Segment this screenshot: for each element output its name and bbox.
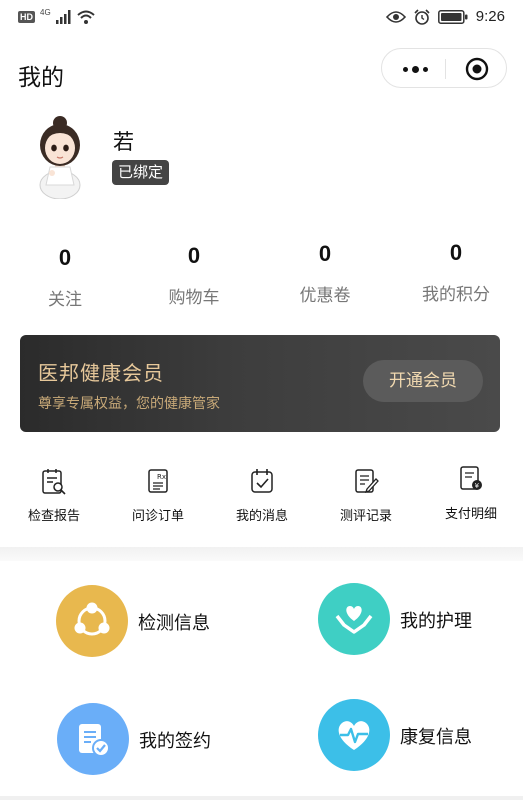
feature-label: 康复信息: [400, 727, 472, 748]
calendar-check-icon: [251, 469, 273, 493]
avatar[interactable]: [22, 115, 98, 199]
feature-icon-circle: [57, 703, 129, 775]
eye-icon: [385, 10, 406, 23]
feature-my-contract[interactable]: 我的签约: [57, 703, 307, 783]
svg-text:Rx: Rx: [157, 473, 166, 481]
stat-cart[interactable]: 0 购物车: [129, 243, 259, 308]
stats-row: 0 关注 0 购物车 0 优惠卷 0 我的积分: [0, 240, 523, 320]
capsule-divider: [445, 59, 446, 79]
status-bar: HD 4G 9:26: [0, 0, 523, 36]
payment-doc-icon: ¥: [460, 466, 482, 490]
care-hands-icon: [335, 606, 373, 634]
membership-banner[interactable]: 医邦健康会员 尊享专属权益，您的健康管家 开通会员: [20, 335, 500, 432]
stat-value: 0: [187, 243, 201, 268]
battery-icon: [437, 9, 468, 24]
edit-note-icon: [355, 469, 379, 494]
wifi-icon: [77, 10, 95, 24]
svg-text:¥: ¥: [475, 482, 480, 490]
tool-label: 问诊订单: [131, 509, 184, 524]
tool-label: 我的消息: [235, 509, 288, 524]
feature-icon-circle: [56, 585, 128, 657]
stat-label: 购物车: [168, 288, 220, 308]
tool-payment-details[interactable]: ¥ 支付明细: [421, 465, 521, 522]
section-divider: [0, 547, 523, 561]
feature-label: 我的签约: [139, 731, 211, 752]
stat-label: 关注: [48, 290, 82, 310]
tool-label: 支付明细: [444, 507, 497, 522]
feature-my-care[interactable]: 我的护理: [318, 583, 523, 663]
stat-follow[interactable]: 0 关注: [0, 245, 130, 310]
signal-icon: [55, 10, 71, 24]
alarm-icon: [414, 8, 430, 25]
bind-status-badge: 已绑定: [112, 160, 170, 185]
tool-my-messages[interactable]: 我的消息: [212, 467, 312, 524]
stat-value: 0: [58, 245, 72, 270]
stat-value: 0: [318, 241, 332, 266]
stat-value: 0: [449, 240, 463, 265]
feature-detection-info[interactable]: 检测信息: [56, 585, 306, 665]
tool-consult-orders[interactable]: Rx 问诊订单: [108, 467, 208, 524]
open-membership-button[interactable]: 开通会员: [363, 360, 483, 402]
tool-label: 测评记录: [339, 509, 392, 524]
feature-icon-circle: [318, 699, 390, 771]
hd-badge: HD: [18, 11, 35, 23]
tool-exam-report[interactable]: 检查报告: [4, 467, 104, 524]
stat-coupons[interactable]: 0 优惠卷: [260, 241, 390, 306]
mini-program-capsule: [381, 48, 507, 88]
username: 若: [113, 130, 134, 154]
bottom-edge: [0, 796, 523, 800]
feature-label: 检测信息: [138, 613, 210, 634]
report-search-icon: [42, 469, 66, 495]
feature-rehab-info[interactable]: 康复信息: [318, 699, 523, 779]
heart-pulse-icon: [338, 721, 370, 750]
tool-label: 检查报告: [27, 509, 80, 524]
stat-points[interactable]: 0 我的积分: [391, 240, 521, 305]
contract-icon: [79, 724, 110, 757]
stat-label: 优惠卷: [299, 286, 351, 306]
tool-assessment-records[interactable]: 测评记录: [316, 467, 416, 524]
feature-icon-circle: [318, 583, 390, 655]
network-type: 4G: [40, 7, 51, 17]
membership-subtitle: 尊享专属权益，您的健康管家: [38, 396, 220, 412]
clock: 9:26: [475, 8, 505, 25]
stat-label: 我的积分: [422, 285, 490, 305]
membership-title: 医邦健康会员: [38, 361, 164, 385]
network-icon: [74, 602, 110, 636]
feature-label: 我的护理: [400, 611, 472, 632]
more-icon[interactable]: [398, 57, 432, 81]
prescription-icon: Rx: [148, 469, 168, 493]
close-target-icon[interactable]: [465, 57, 489, 81]
page-title: 我的: [18, 65, 64, 91]
